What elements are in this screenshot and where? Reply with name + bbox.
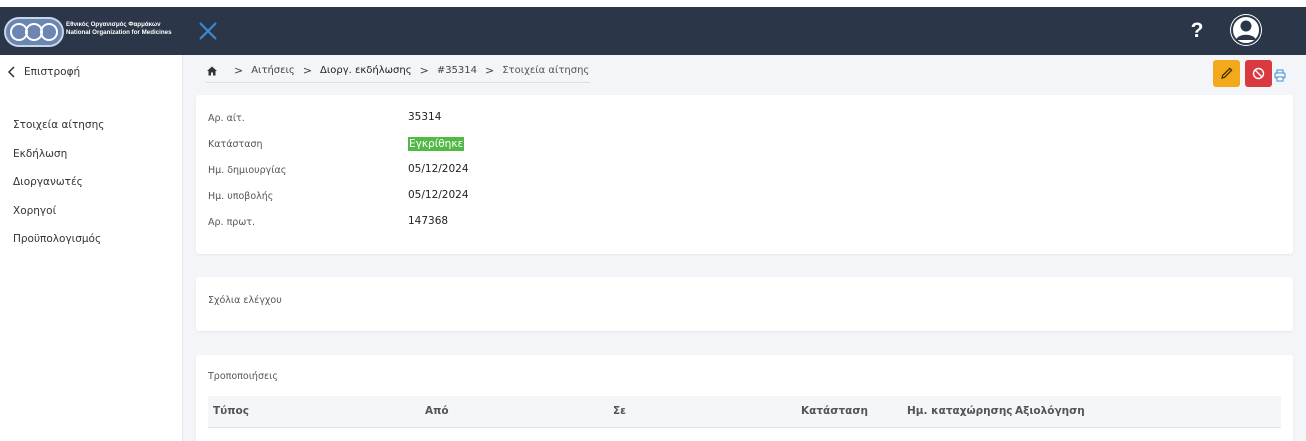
printer-icon xyxy=(1274,69,1286,82)
breadcrumb: > Αιτήσεις > Διοργ. εκδήλωσης > #35314 >… xyxy=(206,59,590,83)
review-comments-title: Σχόλια ελέγχου xyxy=(208,295,282,306)
sidebar-item-application-details[interactable]: Στοιχεία αίτησης xyxy=(13,117,104,146)
close-icon[interactable] xyxy=(196,19,220,43)
back-label: Επιστροφή xyxy=(24,66,81,78)
detail-value: 05/12/2024 xyxy=(408,163,469,175)
column-header-evaluation[interactable]: Αξιολόγηση xyxy=(1015,405,1085,417)
sidebar-item-budget[interactable]: Προϋπολογισμός xyxy=(13,231,104,260)
cancel-button[interactable] xyxy=(1245,60,1272,87)
detail-label: Ημ. υποβολής xyxy=(208,191,274,202)
logo-line-2: National Organization for Medicines xyxy=(66,29,172,36)
detail-value: 147368 xyxy=(408,215,449,227)
ban-icon xyxy=(1252,67,1265,80)
edit-button[interactable] xyxy=(1213,60,1240,87)
home-icon[interactable] xyxy=(206,65,218,77)
detail-value: 35314 xyxy=(408,111,442,123)
top-strip xyxy=(0,0,1306,7)
detail-row-protocol-number: Αρ. πρωτ. 147368 xyxy=(208,215,808,231)
pencil-icon xyxy=(1221,67,1233,79)
detail-label: Αρ. αίτ. xyxy=(208,113,245,124)
sidebar-menu: Στοιχεία αίτησης Εκδήλωση Διοργανωτές Χο… xyxy=(13,117,104,260)
modifications-title: Τροποποιήσεις xyxy=(208,371,278,382)
app-header: Εθνικός Οργανισμός Φαρμάκων National Org… xyxy=(0,7,1306,55)
logo-line-1: Εθνικός Οργανισμός Φαρμάκων xyxy=(66,21,161,28)
modifications-table-header: Τύπος Από Σε Κατάσταση Ημ. καταχώρησης Α… xyxy=(208,396,1281,428)
print-button[interactable] xyxy=(1274,67,1286,82)
column-header-to[interactable]: Σε xyxy=(613,405,626,417)
chevron-left-icon xyxy=(7,66,15,78)
detail-row-submitted-date: Ημ. υποβολής 05/12/2024 xyxy=(208,189,808,205)
review-comments-card: Σχόλια ελέγχου xyxy=(196,277,1293,331)
sidebar-item-event[interactable]: Εκδήλωση xyxy=(13,146,104,175)
logo-mark xyxy=(4,17,64,47)
application-details-card: Αρ. αίτ. 35314 Κατάσταση Εγκρίθηκε Ημ. δ… xyxy=(196,95,1293,254)
breadcrumb-separator: > xyxy=(302,64,313,77)
breadcrumb-applications[interactable]: Αιτήσεις xyxy=(251,65,295,76)
sidebar: Επιστροφή Στοιχεία αίτησης Εκδήλωση Διορ… xyxy=(0,55,183,441)
user-avatar-icon[interactable] xyxy=(1230,14,1262,46)
detail-value: 05/12/2024 xyxy=(408,189,469,201)
breadcrumb-current: Στοιχεία αίτησης xyxy=(502,65,590,76)
detail-label: Ημ. δημιουργίας xyxy=(208,165,287,176)
breadcrumb-event-organization[interactable]: Διοργ. εκδήλωσης xyxy=(320,65,412,76)
breadcrumb-separator: > xyxy=(419,64,429,77)
breadcrumb-application-id[interactable]: #35314 xyxy=(437,65,477,76)
detail-row-status: Κατάσταση Εγκρίθηκε xyxy=(208,137,808,153)
sidebar-item-organizers[interactable]: Διοργανωτές xyxy=(13,174,104,203)
column-header-from[interactable]: Από xyxy=(425,405,449,417)
column-header-type[interactable]: Τύπος xyxy=(213,405,249,417)
detail-row-application-number: Αρ. αίτ. 35314 xyxy=(208,111,808,127)
column-header-status[interactable]: Κατάσταση xyxy=(801,405,868,417)
status-badge: Εγκρίθηκε xyxy=(408,137,465,151)
help-icon[interactable]: ? xyxy=(1187,18,1207,44)
column-header-registration-date[interactable]: Ημ. καταχώρησης xyxy=(907,405,1013,417)
eof-logo[interactable]: Εθνικός Οργανισμός Φαρμάκων National Org… xyxy=(4,17,180,47)
detail-label: Αρ. πρωτ. xyxy=(208,217,256,228)
back-button[interactable]: Επιστροφή xyxy=(6,63,80,81)
modifications-card: Τροποποιήσεις Τύπος Από Σε Κατάσταση Ημ.… xyxy=(196,355,1293,441)
sidebar-item-sponsors[interactable]: Χορηγοί xyxy=(13,203,104,232)
breadcrumb-separator: > xyxy=(485,64,495,77)
logo-text: Εθνικός Οργανισμός Φαρμάκων National Org… xyxy=(66,21,186,37)
detail-row-created-date: Ημ. δημιουργίας 05/12/2024 xyxy=(208,163,808,179)
breadcrumb-separator: > xyxy=(234,64,244,77)
detail-label: Κατάσταση xyxy=(208,139,263,150)
